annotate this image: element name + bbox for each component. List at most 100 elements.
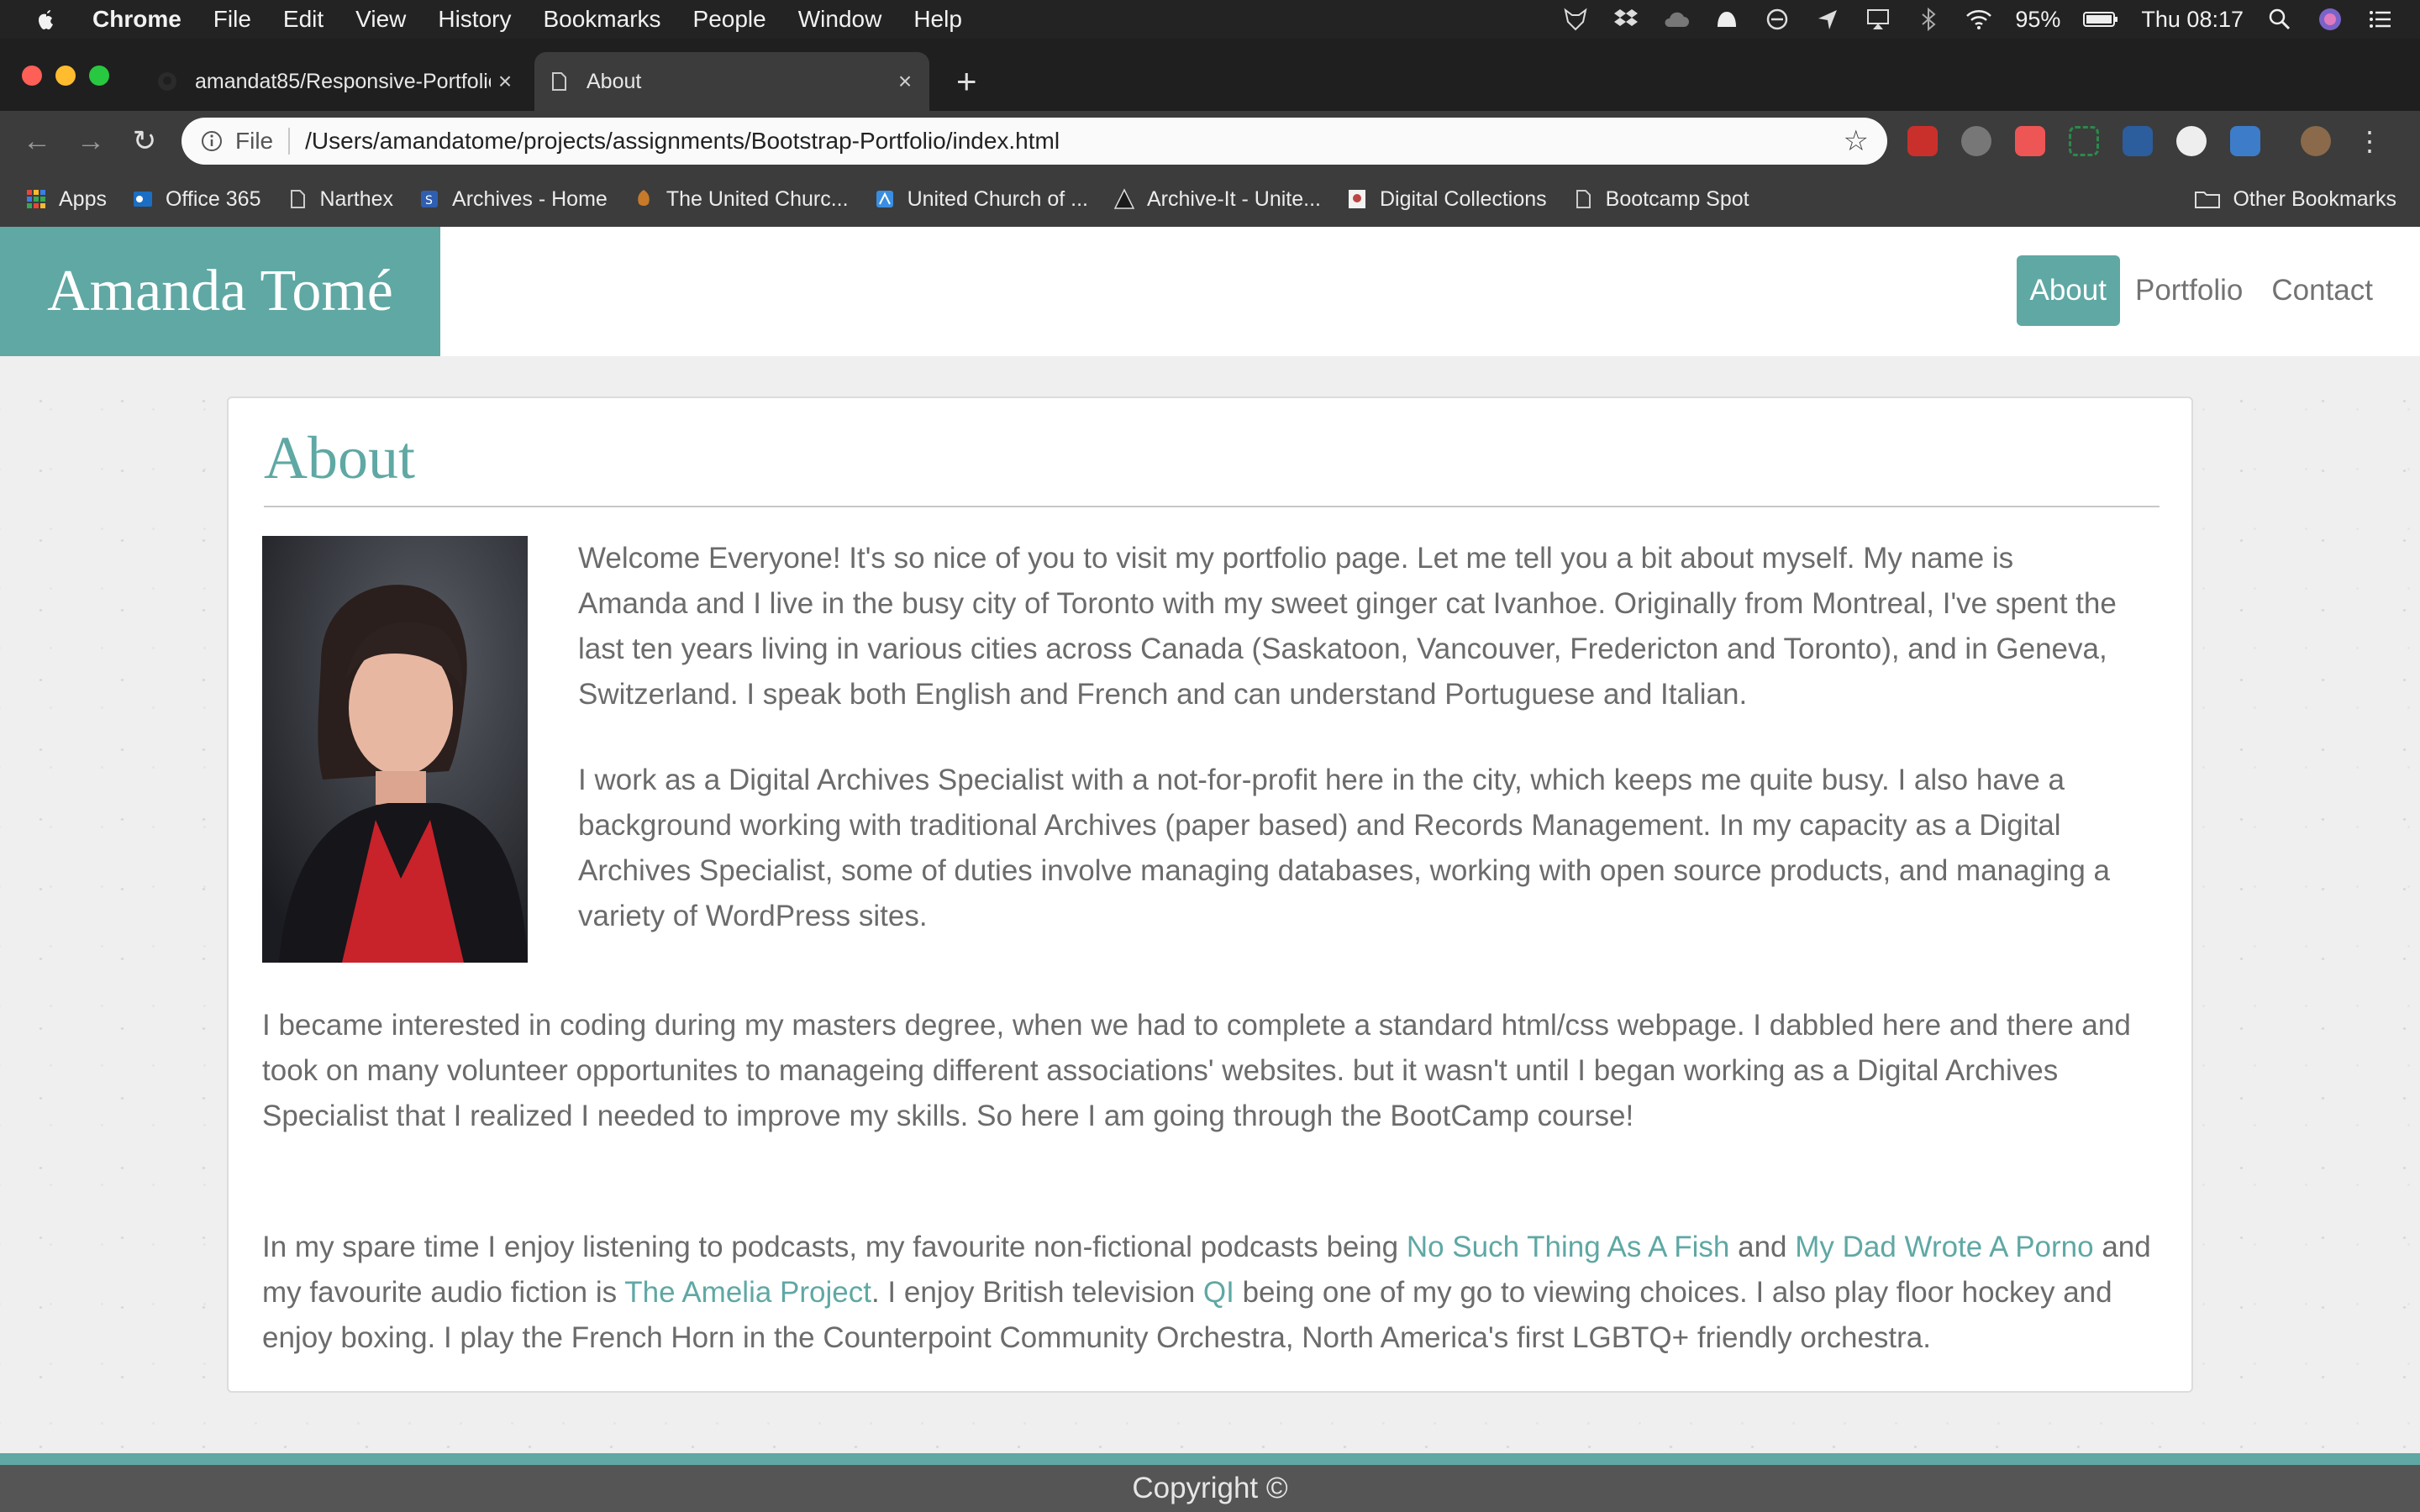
profile-photo [262, 536, 528, 963]
menu-help[interactable]: Help [913, 6, 962, 33]
nav-about[interactable]: About [2016, 255, 2120, 326]
link-extension-icon[interactable] [2123, 126, 2153, 156]
lastpass-extension-icon[interactable] [1907, 126, 1938, 156]
nav-contact[interactable]: Contact [2258, 255, 2386, 326]
bookmark-label: Apps [59, 186, 107, 211]
nav-portfolio[interactable]: Portfolio [2122, 255, 2256, 326]
apps-grid-icon [27, 190, 45, 208]
circle-extension-icon[interactable] [2176, 126, 2207, 156]
folder-icon [2195, 192, 2221, 208]
fox-icon[interactable] [1561, 5, 1590, 34]
forward-arrow-icon[interactable]: → [72, 123, 109, 160]
ghost-icon[interactable] [1712, 5, 1741, 34]
site-footer: Copyright © [0, 1465, 2420, 1512]
portrait-illustration [262, 536, 528, 963]
bookmark-apps[interactable]: Apps [25, 187, 107, 212]
reload-icon[interactable]: ↻ [126, 123, 163, 160]
apple-icon[interactable] [34, 7, 59, 32]
cloud-upload-icon[interactable] [1662, 5, 1691, 34]
screenshot-extension-icon[interactable] [2069, 126, 2099, 156]
new-tab-button[interactable]: + [956, 64, 977, 99]
bookmark-label: United Church of ... [907, 186, 1088, 211]
location-arrow-icon[interactable] [1813, 5, 1842, 34]
menu-view[interactable]: View [355, 6, 406, 33]
bookmark-united-church-of[interactable]: United Church of ... [874, 187, 1088, 212]
address-bar[interactable]: File /Users/amandatome/projects/assignme… [182, 118, 1887, 165]
menu-edit[interactable]: Edit [283, 6, 324, 33]
bookmark-archive-it[interactable]: Archive-It - Unite... [1113, 187, 1321, 212]
svg-text:S: S [425, 194, 433, 207]
spotlight-search-icon[interactable] [2265, 5, 2294, 34]
tab-close-icon[interactable]: × [491, 68, 519, 95]
status-area: 95% Thu 08:17 [1561, 5, 2395, 34]
bookmarks-bar: Apps Office 365 Narthex S Archives - Hom… [0, 171, 2420, 227]
battery-icon[interactable] [2082, 5, 2119, 34]
url-text[interactable]: /Users/amandatome/projects/assignments/B… [305, 128, 1060, 155]
archive-it-icon [1113, 188, 1135, 209]
link-the-amelia-project[interactable]: The Amelia Project [624, 1276, 871, 1309]
notification-center-icon[interactable] [2366, 5, 2395, 34]
siri-icon[interactable] [2316, 5, 2344, 34]
text-span: . I enjoy British television [871, 1276, 1203, 1309]
macos-menubar: Chrome File Edit View History Bookmarks … [0, 0, 2420, 39]
chrome-menu-icon[interactable]: ⋮ [2354, 126, 2385, 156]
menu-window[interactable]: Window [798, 6, 882, 33]
link-no-such-thing-as-a-fish[interactable]: No Such Thing As A Fish [1407, 1231, 1730, 1263]
link-qi[interactable]: QI [1203, 1276, 1234, 1309]
about-heading: About [264, 424, 415, 491]
extensions-area: ⋮ [1907, 126, 2385, 156]
bookmark-office365[interactable]: Office 365 [132, 187, 261, 212]
bookmark-archives-home[interactable]: S Archives - Home [418, 187, 608, 212]
bookmark-label: Other Bookmarks [2233, 186, 2396, 211]
link-my-dad-wrote-a-porno[interactable]: My Dad Wrote A Porno [1795, 1231, 2093, 1263]
video-extension-icon[interactable] [2015, 126, 2045, 156]
back-arrow-icon[interactable]: ← [18, 123, 55, 160]
tab-github[interactable]: amandat85/Responsive-Portfolio × [143, 52, 529, 111]
bookmark-narthex[interactable]: Narthex [287, 186, 394, 212]
info-icon[interactable] [200, 129, 224, 153]
clock[interactable]: Thu 08:17 [2141, 7, 2244, 33]
tab-title: About [587, 69, 642, 93]
tab-close-icon[interactable]: × [891, 68, 919, 95]
text-span: In my spare time I enjoy listening to po… [262, 1231, 1407, 1263]
bookmark-star-icon[interactable]: ☆ [1844, 124, 1869, 158]
menu-bookmarks[interactable]: Bookmarks [543, 6, 660, 33]
dropbox-icon[interactable] [1612, 5, 1640, 34]
site-brand[interactable]: Amanda Tomé [0, 227, 440, 356]
s-extension-icon[interactable] [2230, 126, 2260, 156]
page-icon [290, 190, 305, 208]
airplay-icon[interactable] [1864, 5, 1892, 34]
window-zoom-button[interactable] [89, 66, 109, 86]
about-panel: About Welcome Everyone! It's so nice of … [227, 396, 2193, 1393]
tab-title: amandat85/Responsive-Portfolio [195, 69, 491, 93]
tab-about[interactable]: About × [534, 52, 929, 111]
bluetooth-icon[interactable] [1914, 5, 1943, 34]
bookmark-label: The United Churc... [666, 186, 849, 211]
bookmark-label: Narthex [319, 186, 394, 211]
bookmark-label: Archive-It - Unite... [1146, 186, 1321, 211]
bookmark-digital-collections[interactable]: Digital Collections [1346, 187, 1547, 212]
do-not-disturb-icon[interactable] [1763, 5, 1791, 34]
bookmark-other[interactable]: Other Bookmarks [2194, 187, 2396, 212]
bookmark-label: Office 365 [165, 186, 261, 211]
blocker-extension-icon[interactable] [1961, 126, 1991, 156]
document-icon [552, 72, 566, 91]
about-paragraph-1: Welcome Everyone! It's so nice of you to… [578, 542, 2117, 711]
bookmark-united-church[interactable]: The United Churc... [633, 187, 849, 212]
about-paragraph-2: I work as a Digital Archives Specialist … [578, 764, 2110, 932]
profile-avatar[interactable] [2301, 126, 2331, 156]
archives-icon: S [421, 191, 439, 207]
menu-history[interactable]: History [438, 6, 511, 33]
church-crest-icon [638, 190, 650, 206]
chrome-tab-strip: amandat85/Responsive-Portfolio × About ×… [0, 39, 2420, 111]
window-minimize-button[interactable] [55, 66, 76, 86]
page-icon [1576, 190, 1591, 208]
wifi-icon[interactable] [1965, 5, 1993, 34]
menu-file[interactable]: File [213, 6, 251, 33]
bookmark-label: Digital Collections [1379, 186, 1547, 211]
menu-chrome[interactable]: Chrome [92, 6, 182, 33]
battery-percent: 95% [2015, 6, 2061, 32]
window-close-button[interactable] [22, 66, 42, 86]
menu-people[interactable]: People [693, 6, 766, 33]
bookmark-bootcamp-spot[interactable]: Bootcamp Spot [1572, 187, 1749, 212]
